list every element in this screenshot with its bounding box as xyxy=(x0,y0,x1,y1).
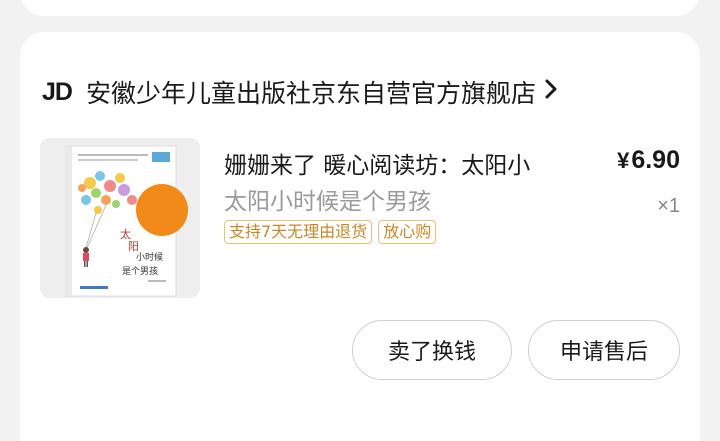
tag-return-policy: 支持7天无理由退货 xyxy=(224,220,373,244)
previous-order-card xyxy=(20,0,700,16)
order-card: JD 安徽少年儿童出版社京东自营官方旗舰店 太 阳 小时候 是个男孩 姗姗来了 … xyxy=(20,32,700,441)
cover-title-line-3: 小时候 xyxy=(136,251,163,263)
cover-title-line-4: 是个男孩 xyxy=(122,265,158,277)
price-value: 6.90 xyxy=(631,146,680,174)
chevron-right-icon xyxy=(544,77,558,107)
shop-link[interactable]: JD 安徽少年儿童出版社京东自营官方旗舰店 xyxy=(42,72,558,112)
service-tags: 支持7天无理由退货 放心购 xyxy=(224,220,437,244)
jd-logo: JD xyxy=(42,77,73,106)
product-title[interactable]: 姗姗来了 暖心阅读坊：太阳小 xyxy=(224,146,584,180)
cover-title-line-2: 阳 xyxy=(128,240,139,253)
currency-symbol: ¥ xyxy=(617,148,630,173)
product-subtitle: 太阳小时候是个男孩 xyxy=(224,189,431,215)
sell-for-cash-button[interactable]: 卖了换钱 xyxy=(352,320,512,380)
shop-name: 安徽少年儿童出版社京东自营官方旗舰店 xyxy=(85,79,536,108)
tag-assured: 放心购 xyxy=(378,220,437,244)
product-quantity: ×1 xyxy=(657,195,680,217)
product-price: ¥6.90 xyxy=(617,146,680,175)
after-sales-button[interactable]: 申请售后 xyxy=(528,320,680,380)
product-thumbnail[interactable]: 太 阳 小时候 是个男孩 xyxy=(40,138,200,298)
